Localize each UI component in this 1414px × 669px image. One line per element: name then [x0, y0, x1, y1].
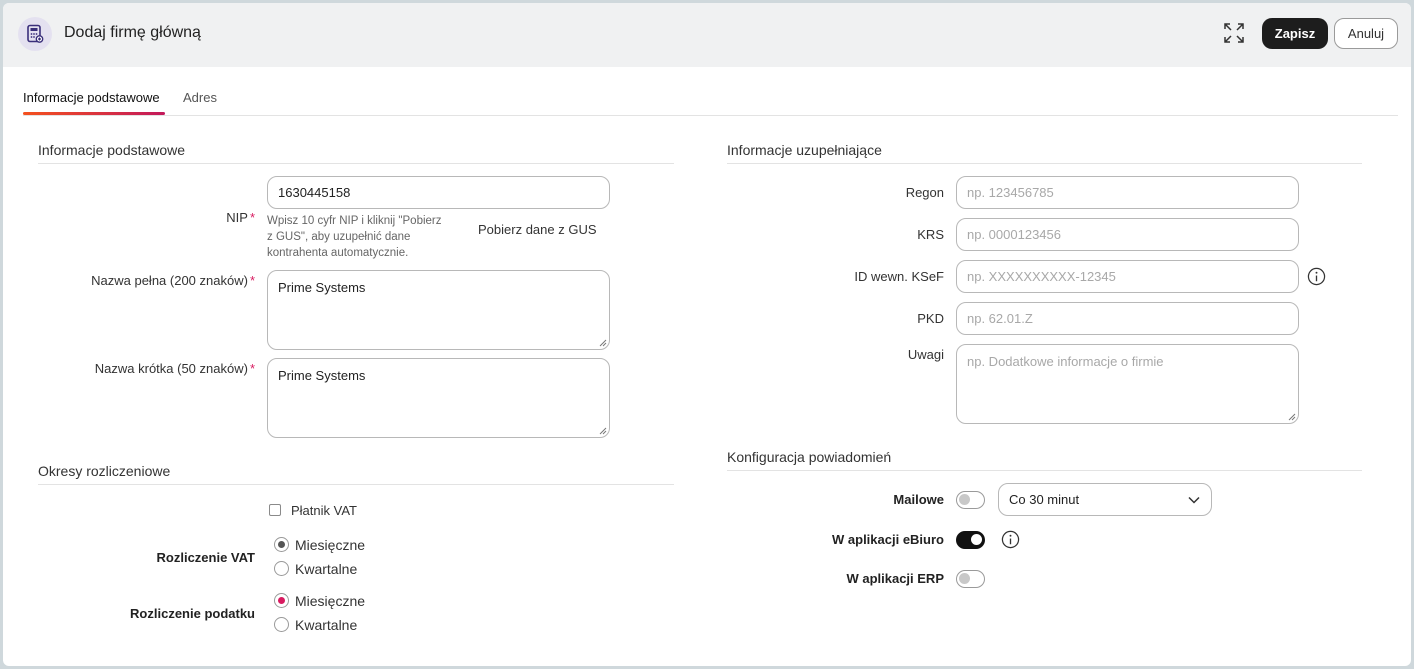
cancel-button[interactable]: Anuluj [1334, 18, 1398, 49]
expand-icon[interactable] [1222, 21, 1246, 45]
fetch-gus-link[interactable]: Pobierz dane z GUS [478, 222, 597, 237]
page-title: Dodaj firmę główną [64, 24, 201, 41]
tab-address[interactable]: Adres [183, 90, 217, 105]
active-tab-indicator [23, 112, 165, 115]
email-notifications-label: Mailowe [893, 492, 944, 507]
section-notifications-title: Konfiguracja powiadomień [727, 449, 1362, 471]
resize-handle-icon[interactable] [1288, 413, 1296, 421]
chevron-down-icon [1188, 496, 1200, 504]
vat-monthly-label: Miesięczne [295, 537, 366, 553]
info-icon[interactable] [1001, 530, 1020, 549]
save-button[interactable]: Zapisz [1262, 18, 1328, 49]
app-notifications-label: W aplikacji eBiuro [832, 532, 944, 547]
regon-field[interactable]: np. 123456785 [956, 176, 1299, 209]
ksef-id-field[interactable]: np. XXXXXXXXXX-12345 [956, 260, 1299, 293]
tax-quarterly-radio[interactable] [274, 617, 289, 632]
section-extra-info-title: Informacje uzupełniające [727, 142, 1362, 164]
full-name-label: Nazwa pełna (200 znaków) * [91, 273, 255, 288]
short-name-label: Nazwa krótka (50 znaków) * [94, 361, 255, 376]
info-icon[interactable] [1307, 267, 1326, 286]
notes-placeholder: np. Dodatkowe informacje o firmie [967, 354, 1164, 369]
ksef-id-label: ID wewn. KSeF [854, 269, 944, 284]
regon-label: Regon [905, 185, 944, 200]
notes-field[interactable]: np. Dodatkowe informacje o firmie [956, 344, 1299, 424]
full-name-field[interactable]: Prime Systems [267, 270, 610, 350]
vat-quarterly-label: Kwartalne [295, 561, 358, 577]
email-notifications-toggle[interactable] [956, 491, 985, 509]
vat-payer-checkbox[interactable] [269, 504, 281, 516]
tax-monthly-label: Miesięczne [295, 593, 366, 609]
email-frequency-select[interactable]: Co 30 minut [998, 483, 1212, 516]
notes-label: Uwagi [907, 347, 944, 362]
nip-field[interactable]: 1630445158 [267, 176, 610, 209]
section-periods-title: Okresy rozliczeniowe [38, 463, 674, 485]
tax-monthly-radio[interactable] [274, 593, 289, 608]
nip-label: NIP * [226, 210, 255, 225]
vat-payer-label: Płatnik VAT [291, 503, 357, 518]
email-frequency-value: Co 30 minut [1009, 492, 1080, 507]
tax-settlement-label: Rozliczenie podatku [130, 606, 255, 621]
short-name-field[interactable]: Prime Systems [267, 358, 610, 438]
vat-monthly-radio[interactable] [274, 537, 289, 552]
nip-hint: Wpisz 10 cyfr NIP i kliknij "Pobierz z G… [267, 215, 442, 259]
pkd-field[interactable]: np. 62.01.Z [956, 302, 1299, 335]
erp-notifications-label: W aplikacji ERP [846, 571, 944, 586]
krs-label: KRS [917, 227, 944, 242]
app-notifications-toggle[interactable] [956, 531, 985, 549]
tab-bar: Informacje podstawowe Adres [23, 86, 1398, 116]
modal-window: Dodaj firmę główną Zapisz Anuluj Informa… [3, 3, 1411, 666]
erp-notifications-toggle[interactable] [956, 570, 985, 588]
vat-settlement-label: Rozliczenie VAT [156, 550, 255, 565]
section-basic-info-title: Informacje podstawowe [38, 142, 674, 164]
tax-quarterly-label: Kwartalne [295, 617, 358, 633]
krs-field[interactable]: np. 0000123456 [956, 218, 1299, 251]
vat-quarterly-radio[interactable] [274, 561, 289, 576]
modal-header: Dodaj firmę główną Zapisz Anuluj [3, 3, 1411, 67]
full-name-value: Prime Systems [278, 280, 366, 295]
resize-handle-icon[interactable] [599, 427, 607, 435]
company-calculator-icon [18, 17, 52, 51]
tab-basic-info[interactable]: Informacje podstawowe [23, 90, 160, 105]
short-name-value: Prime Systems [278, 368, 366, 383]
resize-handle-icon[interactable] [599, 339, 607, 347]
pkd-label: PKD [917, 311, 944, 326]
